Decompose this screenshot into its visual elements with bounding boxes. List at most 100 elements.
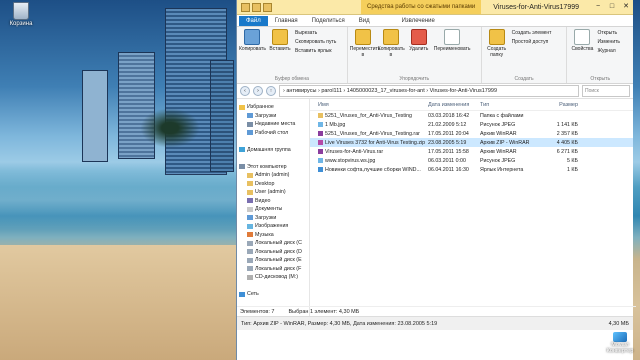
tab-extract[interactable]: Извлечение — [395, 16, 442, 26]
file-row[interactable]: 5251_Viruses_for_Anti-Virus_Testing.rar 1… — [310, 129, 633, 138]
tab-share[interactable]: Поделиться — [305, 16, 352, 26]
history-button[interactable]: Журнал — [597, 47, 620, 56]
nav-item-label: Недавние места — [255, 121, 296, 128]
nav-item[interactable]: Рабочий стол — [237, 129, 309, 138]
copy-button[interactable]: Копировать — [239, 29, 266, 52]
file-name: 5251_Viruses_for_Anti-Virus_Testing.rar — [325, 130, 420, 137]
file-row[interactable]: www.stopvirus.ws.jpg 06.03.2011 0:00 Рисун… — [310, 156, 633, 165]
file-size: 2 357 КБ — [556, 130, 578, 137]
column-size[interactable]: Размер — [540, 102, 578, 108]
pictures-icon — [247, 223, 253, 229]
file-type: Архив WinRAR — [480, 148, 517, 155]
file-row[interactable]: Новинки софта,лучшие сборки WIND... 06.04… — [310, 165, 633, 174]
file-row[interactable]: 5251_Viruses_for_Anti-Virus_Testing 03.03… — [310, 111, 633, 120]
nav-item[interactable]: Локальный диск (E — [237, 256, 309, 265]
nav-item[interactable]: Музыка — [237, 231, 309, 240]
palm-tree-image — [140, 108, 200, 148]
main-area: Избранное Загрузки Недавние места Рабочий с… — [237, 99, 633, 319]
rename-button[interactable]: Переименовать — [434, 29, 470, 52]
nav-item[interactable]: Локальный диск (F — [237, 265, 309, 274]
nav-item-label: Избранное — [247, 104, 274, 111]
water-image — [0, 170, 240, 230]
building-image — [210, 60, 234, 172]
open-button[interactable]: Открыть — [597, 29, 620, 38]
new-folder-button[interactable]: Создать папку — [484, 29, 510, 58]
minimize-button[interactable]: − — [591, 1, 605, 13]
nav-item[interactable]: User (admin) — [237, 188, 309, 197]
nav-item[interactable]: Локальный диск (C — [237, 239, 309, 248]
search-input[interactable]: Поиск — [582, 85, 630, 97]
edit-button[interactable]: Изменить — [597, 38, 620, 47]
nav-item[interactable]: Desktop — [237, 180, 309, 189]
forward-button[interactable]: › — [253, 86, 263, 96]
nav-item[interactable]: Сеть — [237, 290, 309, 299]
copy-to-button[interactable]: Копировать в — [378, 29, 405, 58]
folder-icon — [247, 172, 253, 178]
column-headers: Имя Дата изменения Тип Размер — [310, 99, 633, 111]
music-icon — [247, 232, 253, 238]
up-button[interactable]: ↑ — [266, 86, 276, 96]
image-icon — [318, 122, 323, 127]
back-button[interactable]: ‹ — [240, 86, 250, 96]
nav-item[interactable]: Документы — [237, 205, 309, 214]
cut-button[interactable]: Вырезать — [295, 29, 336, 38]
column-type[interactable]: Тип — [480, 102, 540, 108]
file-row[interactable]: Live Viruses 3732 for Anti-Virus Testing… — [310, 138, 633, 147]
properties-button[interactable]: Свойства — [569, 29, 595, 52]
tab-view[interactable]: Вид — [352, 16, 377, 26]
close-button[interactable]: ✕ — [619, 1, 633, 13]
nav-item-label: Локальный диск (E — [255, 257, 302, 264]
watermark-text: Movavi Конвертер — [606, 342, 634, 354]
new-group: Создать папку Создать элемент Простой до… — [482, 27, 568, 83]
file-date: 17.05.2011 15:58 — [428, 148, 469, 155]
nav-item[interactable]: CD-дисковод (M:) — [237, 273, 309, 282]
nav-item-label: Локальный диск (F — [255, 265, 302, 272]
file-date: 21.02.2009 5:12 — [428, 121, 467, 128]
star-icon — [239, 104, 245, 110]
column-name[interactable]: Имя — [310, 102, 428, 108]
column-date[interactable]: Дата изменения — [428, 102, 480, 108]
folder-icon[interactable] — [241, 2, 250, 12]
delete-button[interactable]: Удалить — [406, 29, 432, 52]
nav-item-label: Desktop — [255, 180, 275, 187]
nav-item-label: Admin (admin) — [255, 172, 290, 179]
recent-icon — [247, 121, 253, 127]
paste-shortcut-button[interactable]: Вставить ярлык — [295, 47, 336, 56]
nav-item[interactable]: Изображения — [237, 222, 309, 231]
file-row[interactable]: Viruses-for-Anti-Virus.rar 17.05.2011 15:… — [310, 147, 633, 156]
properties-icon[interactable] — [252, 2, 261, 12]
nav-item[interactable]: Домашняя группа — [237, 146, 309, 155]
file-type: Архив WinRAR — [480, 130, 517, 137]
tab-file[interactable]: Файл — [239, 16, 268, 26]
recycle-bin[interactable]: Корзина — [4, 2, 38, 27]
delete-icon — [410, 29, 427, 45]
new-item-button[interactable]: Создать элемент — [512, 29, 552, 38]
address-bar[interactable]: › антивирусы › parol111 › 1405000023_17_… — [279, 85, 579, 97]
download-folder-icon — [247, 113, 253, 119]
details-bar: Тип: Архив ZIP - WinRAR, Размер: 4,30 МБ… — [237, 316, 633, 330]
nav-item[interactable]: Загрузки — [237, 112, 309, 121]
nav-item[interactable]: Видео — [237, 197, 309, 206]
network-icon — [239, 291, 245, 297]
maximize-button[interactable]: □ — [605, 1, 619, 13]
nav-item[interactable]: Загрузки — [237, 214, 309, 223]
nav-item[interactable]: Локальный диск (D — [237, 248, 309, 257]
tab-home[interactable]: Главная — [268, 16, 305, 26]
computer-icon — [239, 164, 245, 170]
file-size: 1 КБ — [567, 166, 578, 173]
folder-icon — [247, 189, 253, 195]
easy-access-button[interactable]: Простой доступ — [512, 38, 552, 47]
new-folder-icon[interactable] — [263, 2, 272, 12]
move-to-button[interactable]: Переместить в — [350, 29, 380, 58]
nav-item[interactable]: Этот компьютер — [237, 163, 309, 172]
nav-item[interactable]: Избранное — [237, 103, 309, 112]
nav-item[interactable]: Недавние места — [237, 120, 309, 129]
nav-item-label: Загрузки — [255, 112, 277, 119]
file-row[interactable]: 1 Mb.jpg 21.02.2009 5:12 Рисунок JPEG 1 141… — [310, 120, 633, 129]
copy-path-button[interactable]: Скопировать путь — [295, 38, 336, 47]
nav-item-label: Рабочий стол — [255, 129, 289, 136]
nav-item[interactable]: Admin (admin) — [237, 171, 309, 180]
paste-button[interactable]: Вставить — [267, 29, 293, 52]
